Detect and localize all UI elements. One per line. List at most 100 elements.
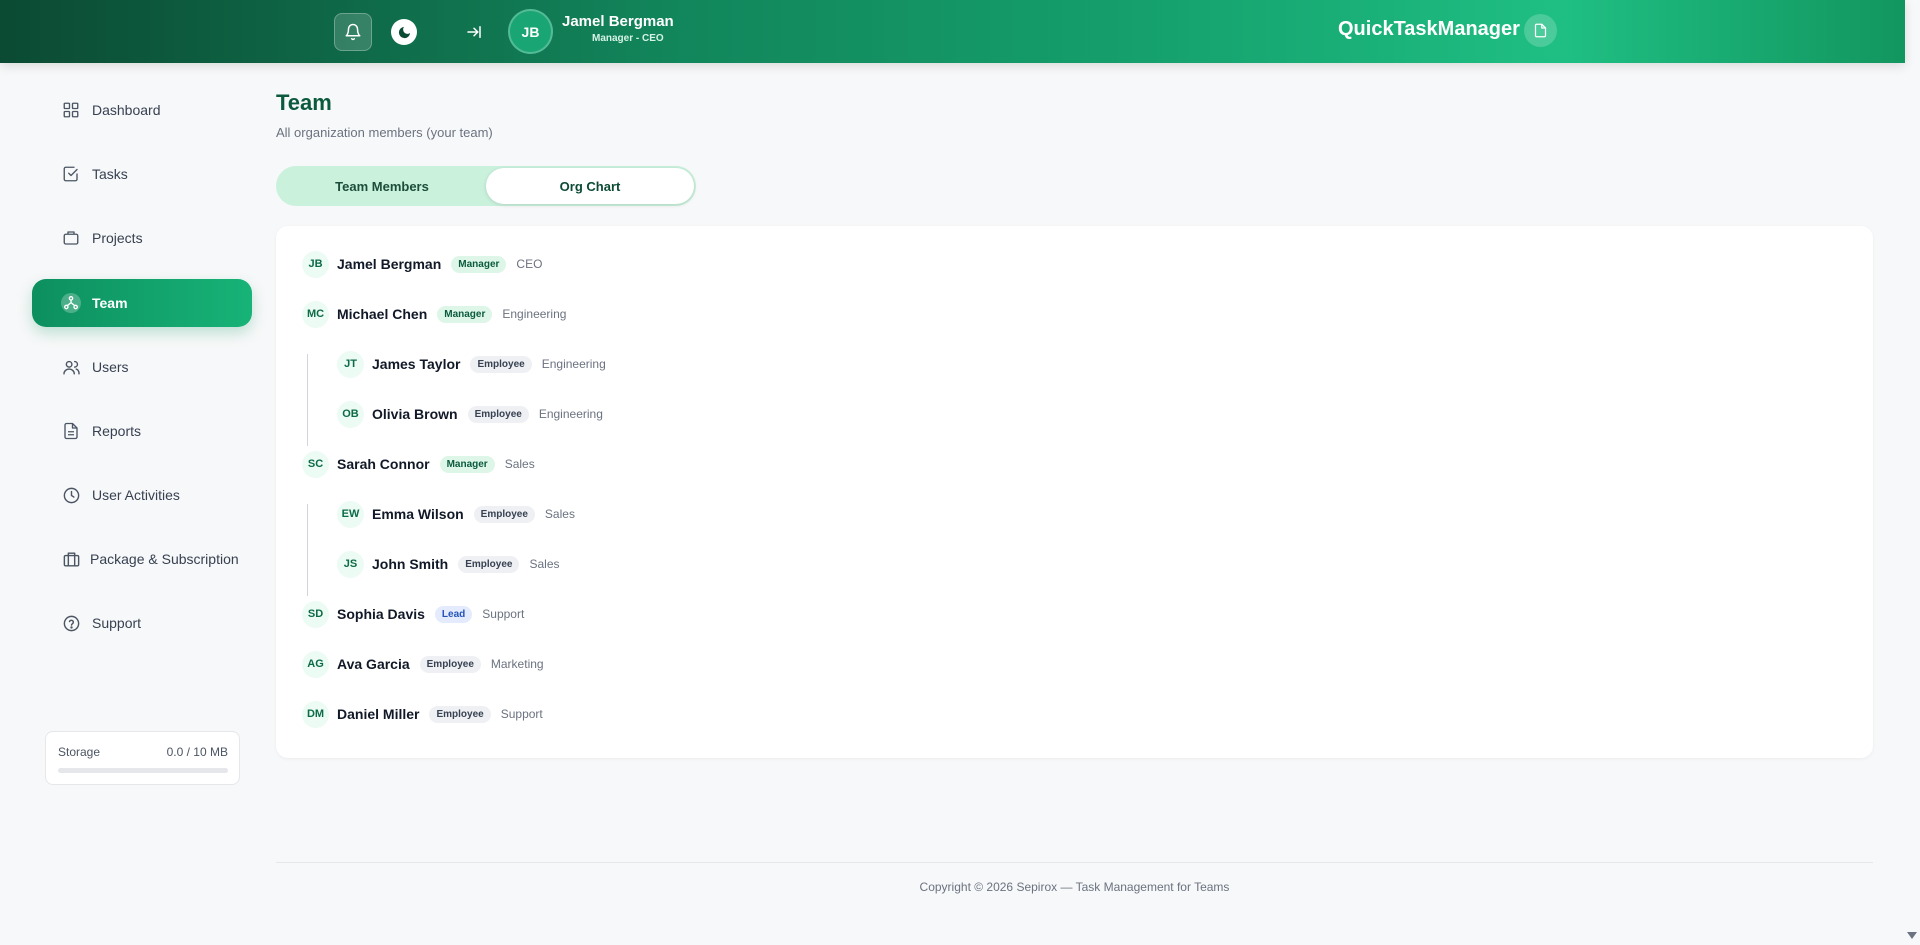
clock-icon [61, 485, 81, 505]
org-branch-line [307, 354, 308, 446]
member-name: Daniel Miller [337, 706, 420, 722]
user-role: Manager - CEO [592, 33, 664, 44]
storage-progress-track [58, 768, 228, 773]
member-name: Ava Garcia [337, 656, 410, 672]
bell-icon [345, 23, 361, 41]
org-member-row[interactable]: JT James Taylor Employee Engineering [337, 348, 606, 380]
member-initials-avatar: OB [337, 400, 364, 428]
member-initials-avatar: JB [302, 250, 329, 278]
member-initials-avatar: JT [337, 350, 364, 378]
sidebar-item-label: Tasks [92, 166, 128, 182]
member-initials-avatar: SC [302, 450, 329, 478]
footer-divider [276, 862, 1873, 863]
role-badge: Manager [439, 455, 495, 473]
org-member-row[interactable]: SC Sarah Connor Manager Sales [302, 448, 535, 480]
role-badge: Employee [419, 655, 481, 673]
role-badge: Lead [434, 605, 473, 623]
org-member-row[interactable]: OB Olivia Brown Employee Engineering [337, 398, 603, 430]
member-name: James Taylor [372, 356, 461, 372]
member-department: Engineering [541, 357, 606, 371]
org-member-row[interactable]: MC Michael Chen Manager Engineering [302, 298, 566, 330]
org-member-row[interactable]: JS John Smith Employee Sales [337, 548, 560, 580]
sidebar-item-tasks[interactable]: Tasks [32, 150, 252, 198]
org-member-row[interactable]: EW Emma Wilson Employee Sales [337, 498, 575, 530]
view-tabs: Team Members Org Chart [276, 166, 696, 206]
storage-widget: Storage 0.0 / 10 MB [45, 731, 240, 785]
user-avatar[interactable]: JB [508, 9, 553, 54]
storage-value: 0.0 / 10 MB [166, 745, 228, 759]
member-department: CEO [516, 257, 543, 271]
sidebar-item-label: Package & Subscription [90, 551, 239, 567]
role-badge: Employee [467, 405, 529, 423]
page-subtitle: All organization members (your team) [276, 125, 493, 140]
member-initials-avatar: MC [302, 300, 329, 328]
tab-team-members[interactable]: Team Members [276, 168, 488, 204]
sidebar-item-users[interactable]: Users [32, 343, 252, 391]
member-name: Michael Chen [337, 306, 428, 322]
scroll-down-arrow-icon[interactable] [1907, 932, 1917, 939]
org-branch-line [307, 504, 308, 596]
logout-arrow-icon [467, 26, 481, 38]
org-member-row[interactable]: SD Sophia Davis Lead Support [302, 598, 524, 630]
help-circle-icon [61, 613, 81, 633]
footer-copyright: Copyright © 2026 Sepirox — Task Manageme… [919, 880, 1230, 894]
member-department: Marketing [490, 657, 544, 671]
member-name: Sophia Davis [337, 606, 425, 622]
briefcase-icon [61, 228, 81, 248]
sidebar-item-label: Support [92, 615, 142, 631]
role-badge: Employee [470, 355, 532, 373]
check-square-icon [61, 164, 81, 184]
org-member-row[interactable]: DM Daniel Miller Employee Support [302, 698, 543, 730]
logout-button[interactable] [455, 13, 493, 51]
org-member-row[interactable]: AG Ava Garcia Employee Marketing [302, 648, 544, 680]
sidebar-item-projects[interactable]: Projects [32, 214, 252, 262]
sidebar-item-dashboard[interactable]: Dashboard [32, 86, 252, 134]
member-name: John Smith [372, 556, 449, 572]
member-department: Support [482, 607, 525, 621]
member-department: Sales [529, 557, 560, 571]
sidebar-item-team[interactable]: Team [32, 279, 252, 327]
notifications-button[interactable] [334, 13, 372, 51]
sidebar-item-label: Dashboard [92, 102, 161, 118]
grid-icon [61, 100, 81, 120]
member-name: Emma Wilson [372, 506, 464, 522]
member-department: Support [500, 707, 543, 721]
member-initials-avatar: SD [302, 600, 329, 628]
role-badge: Employee [429, 705, 491, 723]
page-title: Team [276, 90, 332, 115]
member-initials-avatar: JS [337, 550, 364, 578]
tab-org-chart[interactable]: Org Chart [486, 168, 694, 204]
sidebar-item-label: Projects [92, 230, 143, 246]
role-badge: Manager [451, 255, 507, 273]
moon-icon [398, 26, 410, 38]
member-name: Sarah Connor [337, 456, 430, 472]
sidebar-item-package-subscription[interactable]: Package & Subscription [32, 535, 252, 583]
sidebar-item-user-activities[interactable]: User Activities [32, 471, 252, 519]
member-name: Olivia Brown [372, 406, 458, 422]
package-icon [61, 549, 81, 569]
users-icon [61, 357, 81, 377]
sidebar-item-label: Users [92, 359, 129, 375]
sidebar: Dashboard Tasks Projects Team Users Repo… [0, 63, 270, 945]
role-badge: Employee [458, 555, 520, 573]
file-icon [1534, 23, 1547, 38]
top-header: JB Jamel Bergman Manager - CEO QuickTask… [0, 0, 1905, 63]
sidebar-item-label: Reports [92, 423, 142, 439]
member-department: Engineering [538, 407, 603, 421]
org-chart-card: JB Jamel Bergman Manager CEO MC Michael … [276, 226, 1873, 758]
sidebar-item-label: Team [92, 295, 128, 311]
storage-label: Storage [58, 745, 101, 759]
sidebar-item-reports[interactable]: Reports [32, 407, 252, 455]
member-department: Engineering [502, 307, 567, 321]
sidebar-item-support[interactable]: Support [32, 599, 252, 647]
document-icon [61, 421, 81, 441]
member-initials-avatar: DM [302, 700, 329, 728]
team-network-icon [61, 293, 81, 313]
org-member-row[interactable]: JB Jamel Bergman Manager CEO [302, 248, 542, 280]
member-initials-avatar: EW [337, 500, 364, 528]
brand-file-button[interactable] [1524, 14, 1557, 47]
brand-title: QuickTaskManager [1338, 18, 1520, 40]
role-badge: Employee [473, 505, 535, 523]
theme-toggle-button[interactable] [385, 13, 423, 51]
user-name: Jamel Bergman [562, 13, 674, 30]
